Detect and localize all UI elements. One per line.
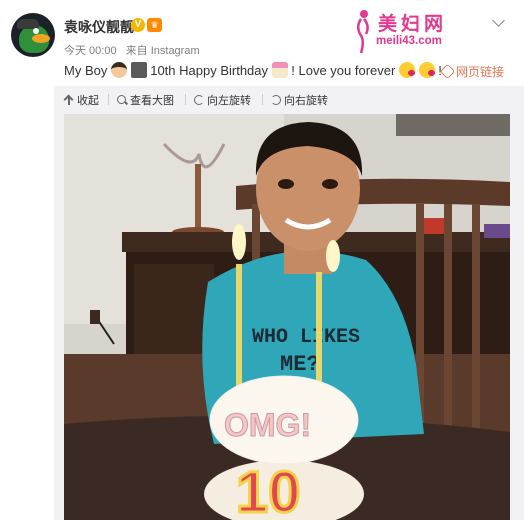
post-source: 来自 Instagram [125,45,200,57]
view-large-button[interactable]: 查看大图 [117,92,174,108]
web-link[interactable]: 网页链接 [439,63,505,80]
zoom-icon [117,95,127,105]
box-emoji-icon [130,62,147,78]
chair-spindle [444,204,452,434]
watermark-title: 美妇网 [378,14,448,35]
rotate-right-icon [271,95,281,105]
cake-emoji-icon [271,62,288,78]
view-large-label: 查看大图 [130,95,174,107]
watermark-url: meili43.com [376,35,442,47]
shelf-item [484,224,510,238]
post-time[interactable]: 今天 00:00 [64,45,117,57]
divider [262,94,263,105]
avatar-duck-eye [33,28,39,34]
vip-crown-icon[interactable]: ♛ [147,18,162,32]
rotate-left-button[interactable]: 向左旋转 [194,92,251,108]
candle-flame [326,240,340,272]
post-text-part: ! Love you forever [291,63,399,78]
verified-badge-icon[interactable]: V [131,18,145,32]
chair-spindle [472,204,480,444]
post-meta: 今天 00:00 来自 Instagram [64,42,206,58]
woman-figure-icon [357,10,369,54]
weibo-post-card: 袁咏仪靓靓 V ♛ 今天 00:00 来自 Instagram 美妇网 meil… [0,0,524,520]
chevron-down-icon[interactable] [492,14,505,27]
number-candle: 10 [236,460,301,520]
post-photo[interactable]: WHO LIKES ME? OMG! 10 [64,114,510,520]
shirt-text-1: WHO LIKES [252,326,360,349]
avatar-duck-bill [32,34,50,43]
collapse-label: 收起 [77,95,99,107]
kiss-emoji-icon [418,62,435,78]
shirt-text-2: ME? [280,352,320,377]
lamp-stand [195,164,201,229]
boy-emoji-icon [110,62,127,78]
arrow-up-icon [64,95,74,105]
link-icon [439,63,456,80]
cake-text: OMG! [224,407,311,443]
username[interactable]: 袁咏仪靓靓 [64,17,134,37]
post-text-part: 10th Happy Birthday [150,63,269,78]
boy-eye [322,179,338,189]
web-link-label: 网页链接 [456,65,505,79]
boy-eye [278,179,294,189]
candle-flame [232,224,246,260]
collapse-button[interactable]: 收起 [64,92,99,108]
divider [108,94,109,105]
rotate-right-button[interactable]: 向右旋转 [271,92,328,108]
divider [185,94,186,105]
rotate-left-icon [194,95,204,105]
rotate-left-label: 向左旋转 [207,95,251,107]
avatar[interactable] [11,13,55,57]
kiss-emoji-icon [398,62,415,78]
rotate-right-label: 向右旋转 [284,95,328,107]
post-text-part: My Boy [64,63,108,78]
birthday-photo: WHO LIKES ME? OMG! 10 [64,114,510,520]
post-text: My Boy 10th Happy Birthday ! Love you fo… [64,62,442,78]
plug [90,310,100,324]
watermark-logo: 美妇网 meili43.com [352,8,468,56]
wall-frame [396,114,510,136]
